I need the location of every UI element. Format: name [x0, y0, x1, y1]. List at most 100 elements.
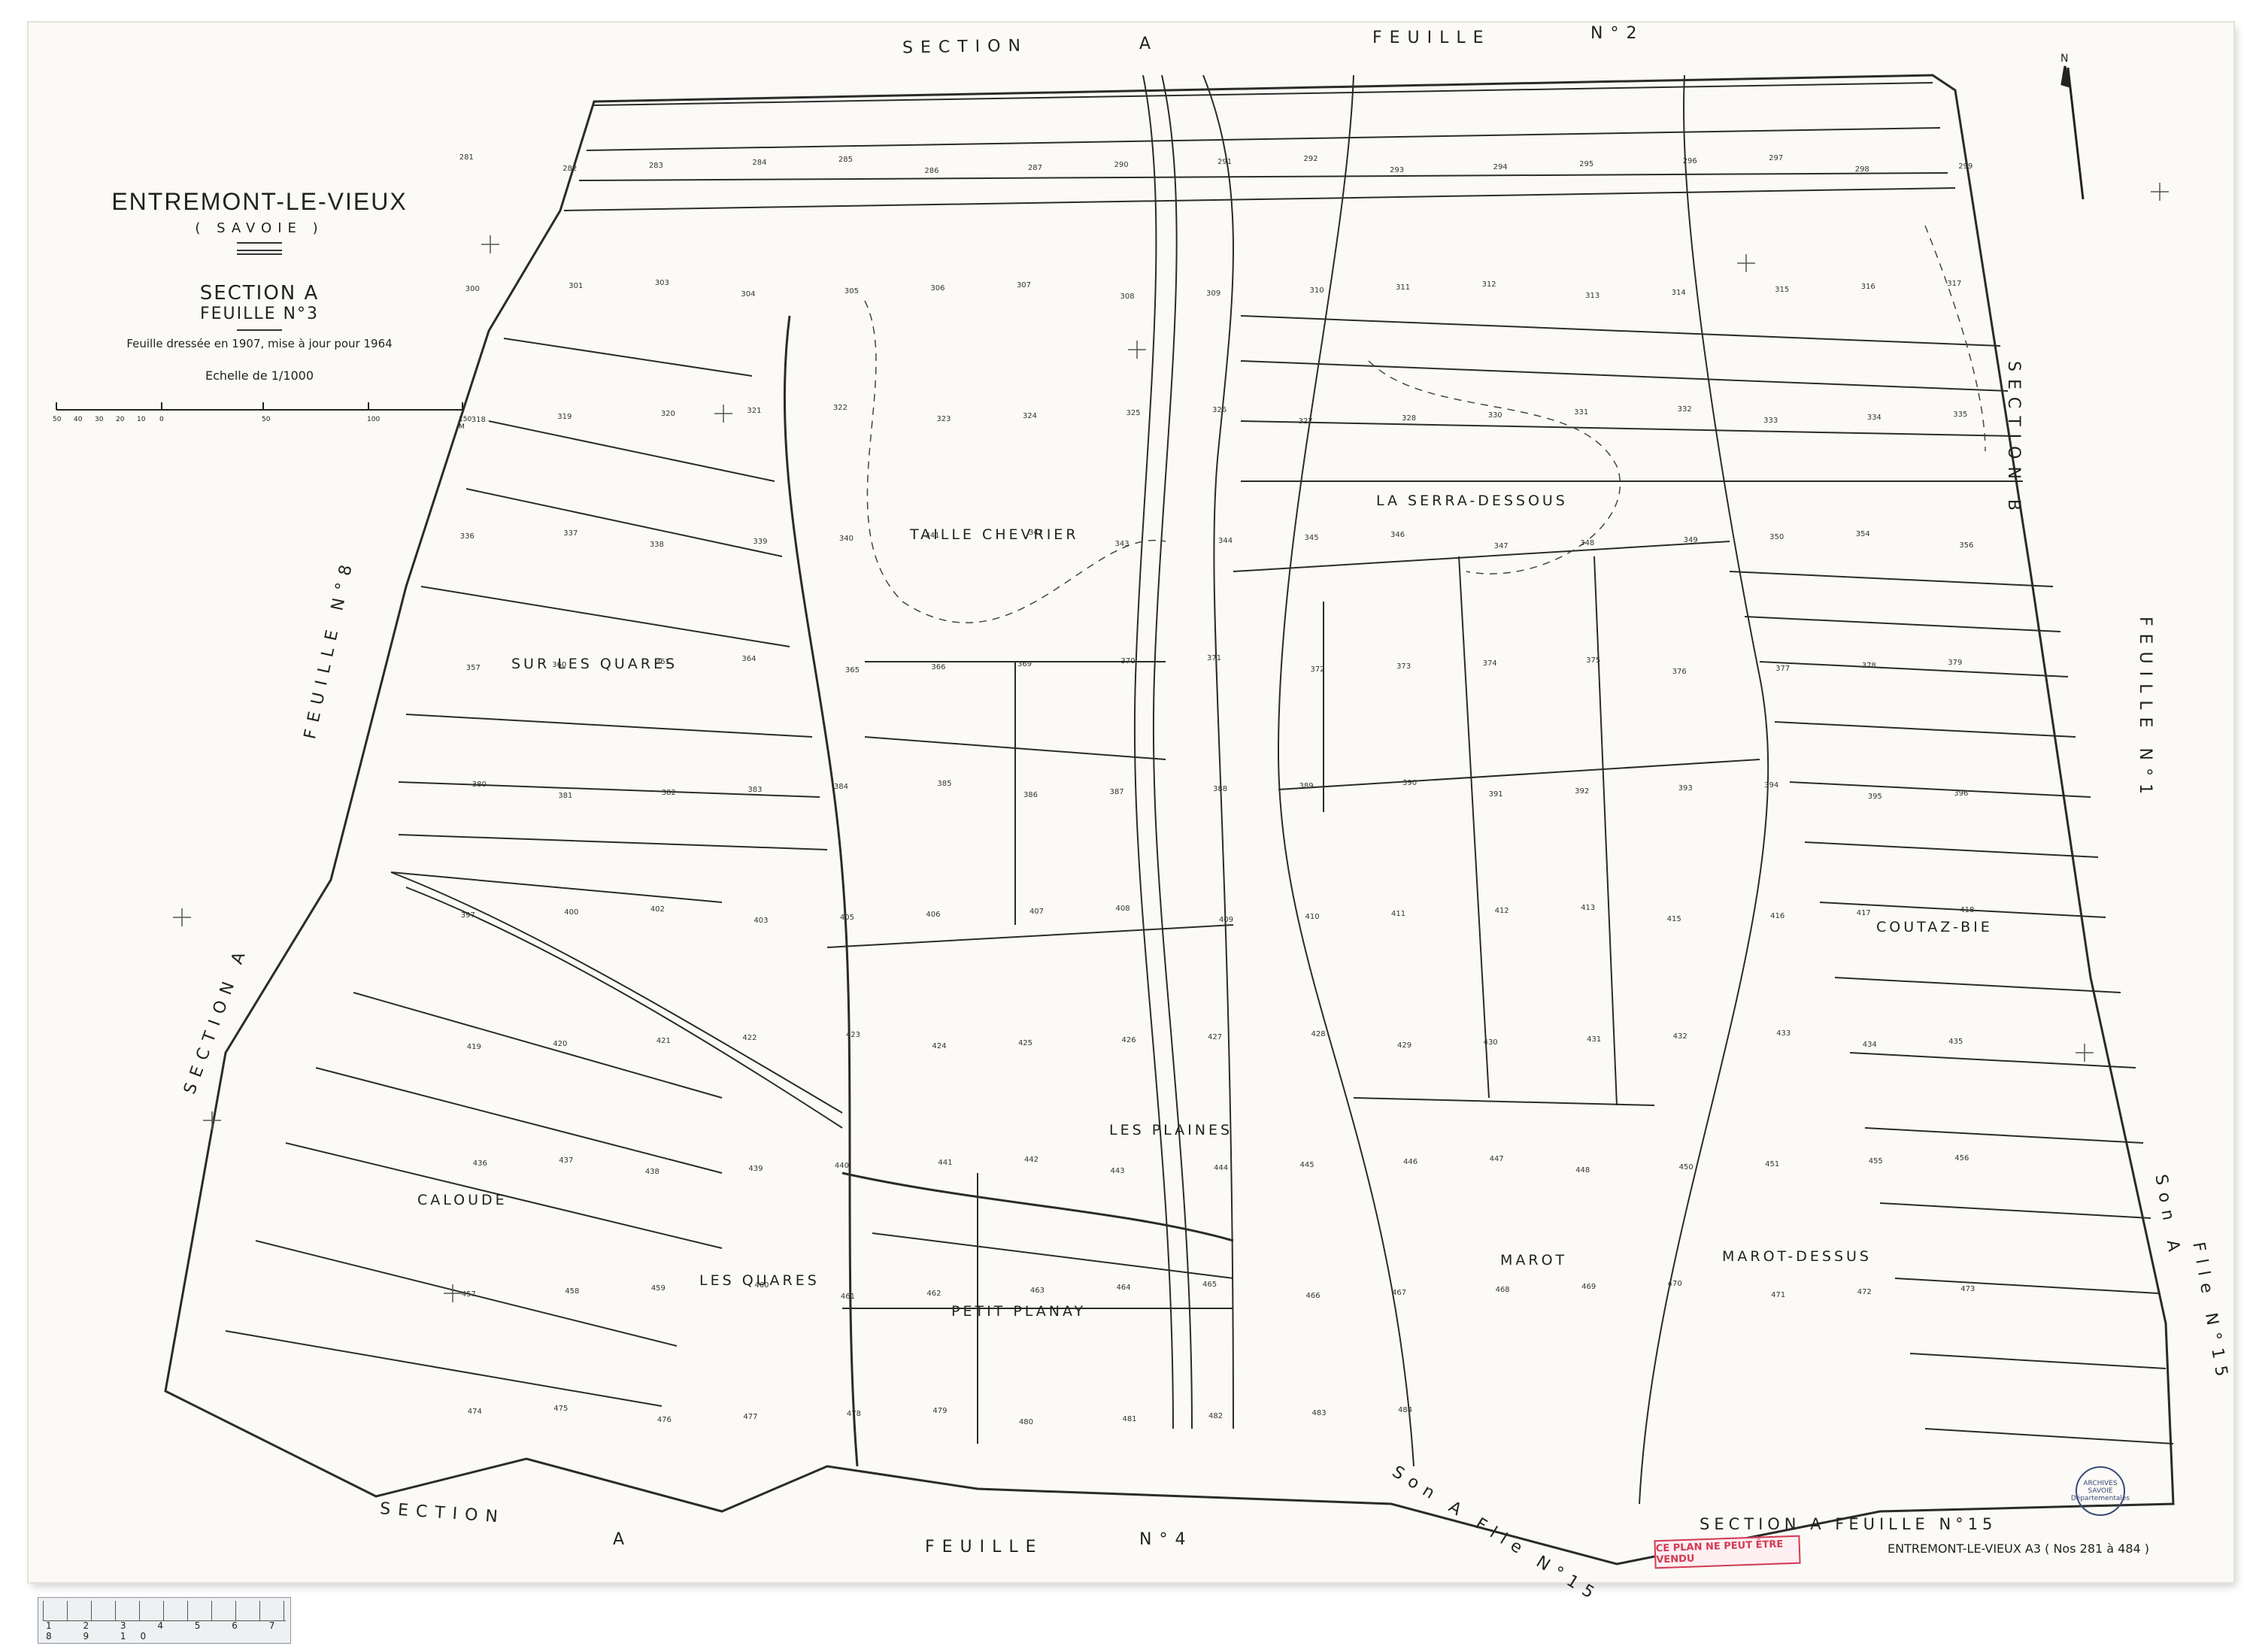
parcel-number: 434	[1862, 1040, 1877, 1049]
parcel-number: 366	[931, 662, 946, 671]
parcel-number: 395	[1867, 793, 1882, 801]
sheet-rule	[237, 329, 282, 331]
parcel-number: 474	[467, 1407, 482, 1416]
parcel-number: 357	[465, 663, 481, 672]
parcel-number: 456	[1954, 1154, 1969, 1163]
parcel-number: 339	[753, 538, 768, 547]
parcel-number: 342	[1028, 529, 1044, 538]
parcel-number: 332	[1677, 405, 1692, 414]
parcel-number: 344	[1218, 537, 1233, 546]
parcel-number: 458	[565, 1287, 580, 1296]
parcel-number: 378	[1861, 661, 1876, 670]
parcel-number: 312	[1481, 280, 1496, 289]
parcel-number: 437	[559, 1156, 574, 1165]
parcel-number: 319	[557, 412, 572, 421]
parcel-number: 461	[840, 1293, 855, 1302]
parcel-number: 347	[1493, 542, 1509, 551]
parcel-number: 346	[1390, 531, 1405, 540]
parcel-number: 460	[754, 1281, 769, 1290]
parcel-number: 333	[1763, 416, 1778, 425]
parcel-number: 448	[1575, 1166, 1590, 1175]
measuring-ruler: 1 2 3 4 5 6 7 8 9 10	[38, 1597, 291, 1644]
parcel-number: 379	[1948, 658, 1963, 667]
parcel-number: 455	[1868, 1157, 1883, 1166]
ruler-ticks	[43, 1601, 286, 1621]
parcel-number: 384	[833, 783, 848, 791]
scale-label-100: 100	[367, 416, 381, 423]
parcel-number: 409	[1219, 916, 1234, 925]
parcel-number: 431	[1587, 1035, 1602, 1044]
parcel-number: 298	[1854, 165, 1869, 174]
seal-line-1: ARCHIVES	[2083, 1480, 2118, 1487]
north-label: N	[2060, 53, 2069, 65]
title-rule	[237, 242, 282, 244]
department-label: ( SAVOIE )	[195, 220, 324, 236]
parcel-number: 466	[1305, 1292, 1321, 1301]
parcel-number: 381	[558, 792, 573, 800]
parcel-number: 360	[552, 660, 567, 669]
parcel-number: 321	[747, 406, 762, 415]
parcel-number: 465	[1202, 1281, 1217, 1290]
place-caloude: CALOUDE	[417, 1192, 508, 1208]
parcel-number: 283	[648, 162, 663, 171]
scale-label-20: 20	[116, 416, 125, 423]
parcel-number: 338	[649, 541, 664, 550]
parcel-number: 375	[1586, 656, 1601, 665]
parcel-number: 364	[741, 654, 757, 663]
parcel-number: 330	[1487, 411, 1502, 420]
parcel-number: 300	[465, 284, 480, 293]
parcel-number: 331	[1574, 408, 1589, 417]
parcel-number: 447	[1489, 1155, 1504, 1164]
parcel-number: 334	[1866, 413, 1882, 422]
parcel-number: 385	[937, 780, 952, 788]
parcel-number: 463	[1029, 1287, 1045, 1296]
parcel-number: 400	[564, 908, 579, 917]
parcel-number: 292	[1303, 155, 1318, 164]
parcel-number: 304	[741, 289, 756, 299]
parcel-number: 376	[1672, 667, 1687, 676]
parcel-number: 372	[1310, 665, 1325, 674]
parcel-number: 335	[1953, 410, 1968, 419]
parcel-number: 464	[1116, 1284, 1131, 1293]
parcel-number: 306	[930, 283, 945, 293]
parcel-number: 481	[1122, 1414, 1137, 1423]
parcel-number: 416	[1770, 912, 1785, 921]
place-sur-les-quares: SUR LES QUARES	[511, 656, 678, 672]
parcel-number: 354	[1855, 530, 1870, 539]
parcel-number: 473	[1960, 1285, 1976, 1294]
parcel-number: 328	[1402, 414, 1417, 423]
parcel-number: 365	[844, 665, 860, 674]
top-section-label: SECTION	[902, 36, 1029, 58]
parcel-number: 369	[1017, 659, 1032, 668]
parcel-number: 297	[1769, 154, 1784, 163]
parcel-number: 324	[1022, 411, 1038, 420]
title-double-rule	[237, 250, 282, 255]
parcel-number: 410	[1305, 913, 1320, 922]
parcel-number: 477	[743, 1412, 758, 1421]
parcel-number: 337	[563, 529, 578, 538]
parcel-number: 412	[1494, 907, 1509, 916]
archives-seal: ARCHIVES SAVOIE Départementales	[2071, 1466, 2130, 1516]
parcel-number: 377	[1775, 664, 1791, 673]
scale-label-50b: 50	[262, 416, 271, 423]
parcel-number: 418	[1960, 906, 1975, 915]
parcel-number: 340	[838, 535, 854, 544]
parcel-number: 403	[754, 917, 769, 926]
scale-label-40: 40	[74, 416, 83, 423]
parcel-number: 374	[1482, 659, 1497, 668]
parcel-number: 457	[461, 1290, 476, 1299]
parcel-number: 343	[1114, 540, 1130, 549]
parcel-number: 326	[1212, 405, 1227, 414]
sheet-label: FEUILLE N°3	[199, 305, 319, 323]
parcel-number: 429	[1397, 1041, 1412, 1050]
parcel-number: 423	[845, 1030, 860, 1039]
parcel-number: 459	[650, 1284, 666, 1293]
parcel-number: 286	[924, 167, 939, 176]
parcel-number: 293	[1390, 166, 1405, 175]
parcel-number: 322	[832, 403, 848, 412]
parcel-number: 318	[471, 415, 486, 424]
parcel-number: 450	[1678, 1163, 1694, 1172]
parcel-number: 323	[936, 414, 951, 423]
parcel-number: 483	[1311, 1408, 1327, 1417]
parcel-number: 411	[1391, 910, 1406, 919]
